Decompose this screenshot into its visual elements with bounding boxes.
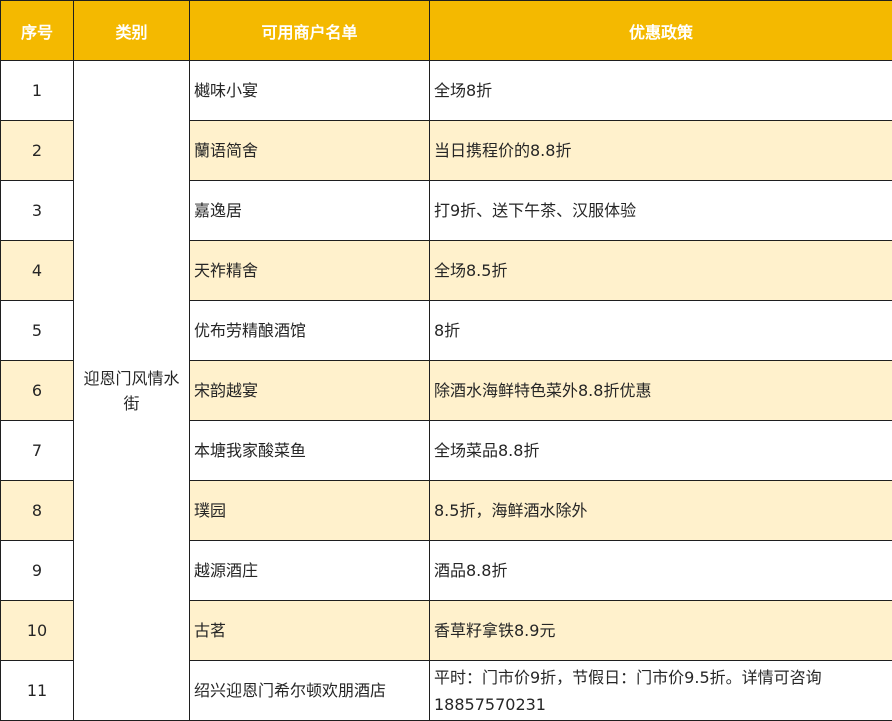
merchant-name: 古茗 [189, 600, 430, 661]
discount-policy: 8折 [429, 300, 892, 361]
row-index: 11 [0, 660, 74, 721]
row-index: 6 [0, 360, 74, 421]
row-index: 1 [0, 60, 74, 121]
header-row: 序号 类别 可用商户名单 优惠政策 [0, 0, 892, 61]
discount-policy: 全场8折 [429, 60, 892, 121]
discount-policy: 全场8.5折 [429, 240, 892, 301]
merchant-name: 蘭语简舍 [189, 120, 430, 181]
row-index: 5 [0, 300, 74, 361]
merchant-name: 绍兴迎恩门希尔顿欢朋酒店 [189, 660, 430, 721]
row-index: 9 [0, 540, 74, 601]
category-cell: 迎恩门风情水街 [73, 60, 190, 721]
header-category: 类别 [73, 0, 190, 61]
row-index: 3 [0, 180, 74, 241]
header-discount-policy: 优惠政策 [429, 0, 892, 61]
header-index: 序号 [0, 0, 74, 61]
merchant-name: 璞园 [189, 480, 430, 541]
merchant-name: 樾味小宴 [189, 60, 430, 121]
merchant-name: 越源酒庄 [189, 540, 430, 601]
merchant-name: 嘉逸居 [189, 180, 430, 241]
discount-policy: 平时：门市价9折，节假日：门市价9.5折。详情可咨询18857570231 [429, 660, 892, 721]
row-index: 2 [0, 120, 74, 181]
discount-policy: 8.5折，海鲜酒水除外 [429, 480, 892, 541]
row-index: 7 [0, 420, 74, 481]
discount-policy: 当日携程价的8.8折 [429, 120, 892, 181]
discount-policy: 酒品8.8折 [429, 540, 892, 601]
table-row: 1 迎恩门风情水街 樾味小宴 全场8折 [0, 60, 892, 721]
discount-policy: 香草籽拿铁8.9元 [429, 600, 892, 661]
discount-merchant-table: 序号 类别 可用商户名单 优惠政策 1 迎恩门风情水街 樾味小宴 全场8折 2 … [0, 0, 892, 721]
header-merchant-list: 可用商户名单 [189, 0, 430, 61]
merchant-name: 天祚精舍 [189, 240, 430, 301]
merchant-name: 宋韵越宴 [189, 360, 430, 421]
merchant-name: 优布劳精酿酒馆 [189, 300, 430, 361]
row-index: 4 [0, 240, 74, 301]
discount-policy: 全场菜品8.8折 [429, 420, 892, 481]
discount-policy: 除酒水海鲜特色菜外8.8折优惠 [429, 360, 892, 421]
merchant-name: 本塘我家酸菜鱼 [189, 420, 430, 481]
row-index: 10 [0, 600, 74, 661]
discount-policy: 打9折、送下午茶、汉服体验 [429, 180, 892, 241]
row-index: 8 [0, 480, 74, 541]
